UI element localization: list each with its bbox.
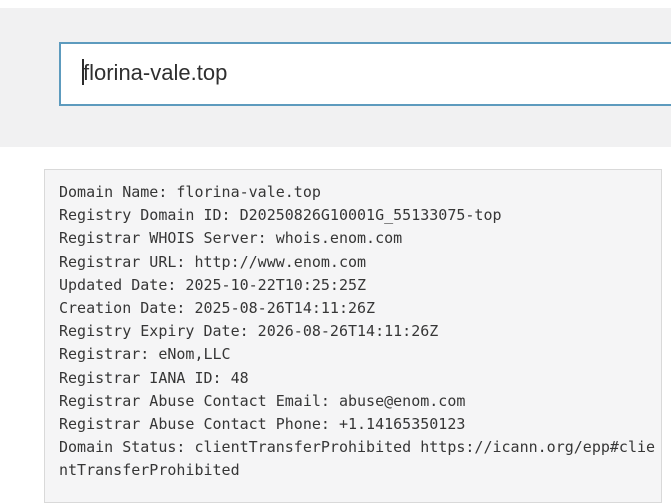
whois-line: Registry Expiry Date: 2026-08-26T14:11:2… [59, 320, 659, 343]
whois-line: Registrar: eNom,LLC [59, 343, 659, 366]
whois-line: Domain Status: clientTransferProhibited … [59, 436, 659, 482]
whois-text: Domain Name: florina-vale.top Registry D… [59, 181, 659, 483]
whois-line: Registrar Abuse Contact Email: abuse@eno… [59, 390, 659, 413]
whois-line: Domain Name: florina-vale.top [59, 181, 659, 204]
whois-line: Updated Date: 2025-10-22T10:25:25Z [59, 274, 659, 297]
whois-result-panel: Domain Name: florina-vale.top Registry D… [44, 169, 662, 503]
domain-search-input[interactable] [59, 42, 671, 106]
whois-line: Registrar WHOIS Server: whois.enom.com [59, 227, 659, 250]
whois-line: Registry Domain ID: D20250826G10001G_551… [59, 204, 659, 227]
whois-line: Registrar Abuse Contact Phone: +1.141653… [59, 413, 659, 436]
domain-search-wrap [59, 42, 671, 106]
whois-line: Creation Date: 2025-08-26T14:11:26Z [59, 297, 659, 320]
whois-line: Registrar IANA ID: 48 [59, 367, 659, 390]
whois-line: Registrar URL: http://www.enom.com [59, 251, 659, 274]
